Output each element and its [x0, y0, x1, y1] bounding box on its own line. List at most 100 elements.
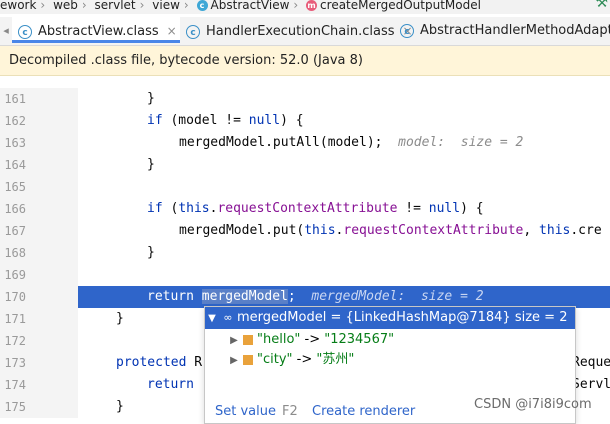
hammer-icon[interactable]: ⚒ — [595, 0, 608, 10]
line-number: 172 — [4, 334, 26, 348]
inline-debug-hint: model: size = 2 — [398, 135, 524, 150]
line-number: 173 — [4, 356, 26, 370]
gutter[interactable]: 173 — [0, 352, 78, 374]
entry-arrow: -> — [292, 352, 317, 367]
line-number: 175 — [4, 400, 26, 414]
code-fragment: ( — [162, 201, 179, 216]
gutter[interactable]: 174 — [0, 374, 78, 396]
gutter[interactable]: 172 — [0, 330, 78, 352]
tree-node-entry[interactable]: ▶ "hello" -> "1234567" — [205, 329, 575, 351]
keyword: null — [428, 201, 461, 216]
line-number: 161 — [4, 92, 26, 106]
gutter[interactable]: 162 — [0, 110, 78, 132]
gutter[interactable]: 175 — [0, 396, 78, 418]
code-line: 166 if (this.requestContextAttribute != … — [0, 198, 610, 220]
tab-handlerexecutionchain[interactable]: c HandlerExecutionChain.class × — [186, 17, 413, 45]
code-text: } — [147, 245, 155, 260]
selected-text[interactable]: mergedModel — [201, 289, 288, 304]
keyword: this — [304, 223, 336, 238]
gutter[interactable]: 165 — [0, 176, 78, 198]
notice-text: Decompiled .class file, bytecode version… — [9, 53, 363, 68]
gutter[interactable]: 170 — [0, 286, 78, 308]
set-value-action[interactable]: Set value F2 — [215, 401, 298, 423]
breadcrumb-separator: › — [293, 0, 299, 12]
inline-debug-hint: mergedModel: size = 2 — [311, 289, 484, 304]
gutter[interactable]: 169 — [0, 264, 78, 286]
code-text: return — [147, 374, 194, 396]
breadcrumb-item[interactable]: view — [152, 0, 180, 11]
code-line: 163 mergedModel.putAll(model); model: si… — [0, 132, 610, 154]
entry-arrow: -> — [300, 332, 325, 347]
code-line: 165 — [0, 176, 610, 198]
code-text: } — [116, 311, 124, 326]
keyword: return — [147, 289, 194, 304]
gutter[interactable]: 168 — [0, 242, 78, 264]
code-fragment: != — [397, 201, 429, 216]
code-line: 167 mergedModel.put(this.requestContextA… — [0, 220, 610, 242]
close-icon[interactable]: × — [167, 24, 177, 38]
code-text: mergedModel.put(this.requestContextAttri… — [179, 220, 602, 242]
breadcrumb-item[interactable]: ework — [0, 0, 36, 11]
gutter[interactable]: 171 — [0, 308, 78, 330]
field-reference: requestContextAttribute — [217, 201, 398, 216]
tabs-scroll-left-icon[interactable]: ◂ — [0, 17, 12, 45]
method-icon: m — [306, 0, 318, 11]
code-fragment: mergedModel.put( — [179, 223, 305, 238]
class-file-icon: c — [18, 24, 32, 39]
line-number: 164 — [4, 158, 26, 172]
chevron-right-icon[interactable]: ▶ — [227, 350, 241, 372]
field-reference: requestContextAttribute — [343, 223, 524, 238]
entry-key: "hello" — [257, 332, 301, 347]
code-text: if (this.requestContextAttribute != null… — [147, 198, 484, 220]
gutter[interactable]: 167 — [0, 220, 78, 242]
keyword: protected — [116, 355, 187, 370]
code-text: protected R — [116, 352, 202, 374]
tab-abstractview[interactable]: c AbstractView.class × — [12, 17, 180, 43]
map-entry-icon — [243, 354, 253, 365]
code-line: 168 } — [0, 242, 610, 264]
code-text: Servl — [572, 377, 610, 392]
breadcrumb-item[interactable]: servlet — [95, 0, 136, 11]
breadcrumb-separator: › — [183, 0, 189, 12]
tab-abstracthandlermethodadapter[interactable]: c AbstractHandlerMethodAdapter. — [400, 17, 610, 45]
breadcrumb-item[interactable]: web — [53, 0, 78, 11]
chevron-down-icon[interactable]: ▼ — [205, 308, 219, 330]
line-number: 162 — [4, 114, 26, 128]
breadcrumb: ework › web › servlet › view › c AbstractView… — [0, 0, 610, 14]
gutter[interactable]: 163 — [0, 132, 78, 154]
code-fragment: ) { — [460, 201, 484, 216]
code-fragment: ) { — [280, 113, 304, 128]
code-fragment: mergedModel.putAll(model); — [179, 135, 383, 150]
code-text: return mergedModel; mergedModel: size = … — [147, 286, 484, 308]
keyword: if — [147, 113, 163, 128]
gutter[interactable]: 164 — [0, 154, 78, 176]
code-text: mergedModel.putAll(model); model: size =… — [179, 132, 523, 154]
breadcrumb-item[interactable]: createMergedOutputModel — [320, 0, 481, 11]
line-number: 167 — [4, 224, 26, 238]
tree-node-entry[interactable]: ▶ "city" -> "苏州" — [205, 349, 575, 371]
create-renderer-link[interactable]: Create renderer — [312, 401, 415, 423]
line-number: 169 — [4, 268, 26, 282]
breadcrumb-separator: › — [139, 0, 145, 12]
keyword: null — [248, 113, 281, 128]
tree-node-root[interactable]: ▼ ∞ mergedModel = {LinkedHashMap@7184} siz… — [205, 307, 575, 329]
line-number: 163 — [4, 136, 26, 150]
line-number: 174 — [4, 378, 26, 392]
set-value-link[interactable]: Set value — [215, 404, 276, 419]
class-icon: c — [196, 0, 208, 11]
breadcrumb-item[interactable]: AbstractView — [211, 0, 290, 11]
code-fragment: ; — [287, 289, 296, 304]
breadcrumb-separator: › — [81, 0, 87, 12]
tab-label: HandlerExecutionChain.class — [206, 24, 395, 39]
line-number: 171 — [4, 312, 26, 326]
keyword: if — [147, 201, 163, 216]
gutter[interactable]: 166 — [0, 198, 78, 220]
entry-key: "city" — [257, 352, 293, 367]
code-line: 164 } — [0, 154, 610, 176]
class-file-icon: c — [400, 23, 414, 38]
gutter[interactable]: 161 — [0, 88, 78, 110]
tab-label: AbstractHandlerMethodAdapter. — [420, 23, 610, 38]
line-number: 166 — [4, 202, 26, 216]
code-fragment: .cre — [570, 223, 602, 238]
code-text: Reque — [572, 355, 610, 370]
